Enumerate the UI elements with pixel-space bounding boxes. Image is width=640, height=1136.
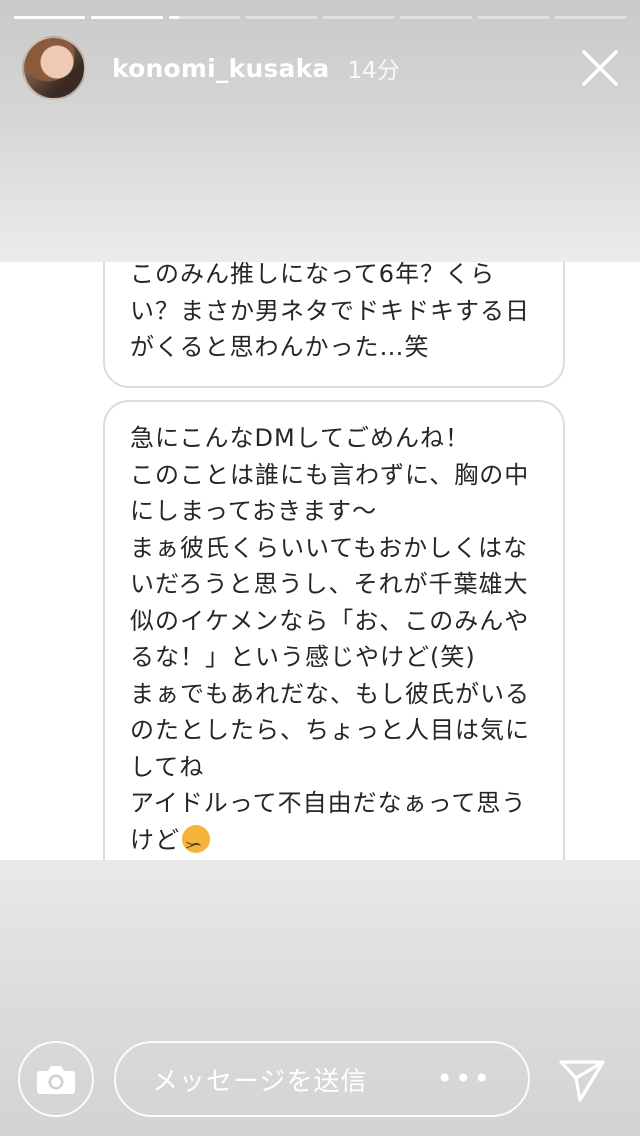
send-icon	[559, 1060, 605, 1102]
more-options-icon[interactable]: •••	[436, 1065, 492, 1093]
progress-segment	[323, 16, 395, 19]
message-text: このみん推しになって6年？くら い？まさか男ネタでドキドキする日 がくると思わん…	[130, 262, 550, 366]
message-line: い？まさか男ネタでドキドキする日	[130, 296, 530, 325]
progress-segment	[477, 16, 549, 19]
message-line: まぁでもあれだな、もし彼氏がいる	[130, 679, 530, 708]
message-line: いだろうと思うし、それが千葉雄大	[130, 570, 529, 598]
story-header: konomi_kusaka 14分	[22, 36, 622, 100]
username[interactable]: konomi_kusaka	[112, 54, 330, 83]
message-line: のたとしたら、ちょっと人目は気に	[130, 716, 530, 744]
avatar[interactable]	[22, 36, 86, 100]
progress-segment	[14, 16, 86, 19]
message-line-text: けど	[130, 825, 180, 854]
message-line: にしまっておきます〜	[130, 497, 378, 525]
message-input-placeholder: メッセージを送信	[152, 1066, 368, 1097]
message-line: がくると思わんかった…笑	[130, 333, 430, 361]
dm-screenshot: このみん推しになって6年？くら い？まさか男ネタでドキドキする日 がくると思わん…	[0, 262, 640, 860]
message-line: してね	[130, 752, 205, 781]
message-line: このみん推しになって6年？くら	[130, 262, 496, 288]
progress-segment	[554, 16, 626, 19]
message-input[interactable]: メッセージを送信 •••	[114, 1041, 530, 1117]
message-line: 急にこんなDMしてごめんね！	[130, 424, 470, 452]
confounded-face-emoji	[182, 824, 210, 860]
message-line: けど	[130, 822, 550, 860]
message-line: このことは誰にも言わずに、胸の中	[130, 460, 530, 489]
progress-segment	[168, 16, 240, 19]
message-text: 急にこんなDMしてごめんね！ このことは誰にも言わずに、胸の中 にしまっておきま…	[130, 420, 550, 860]
post-time: 14分	[347, 58, 400, 84]
camera-icon	[37, 1066, 75, 1094]
camera-button[interactable]	[18, 1041, 94, 1117]
message-line: 似のイケメンなら「お、このみんや	[130, 606, 530, 635]
message-line: まぁ彼氏くらいいてもおかしくはな	[130, 533, 529, 562]
progress-segment	[400, 16, 472, 19]
story-progress	[14, 16, 626, 20]
message-line: アイドルって不自由だなぁって思う	[130, 789, 527, 817]
close-icon	[582, 50, 618, 86]
progress-segment	[91, 16, 163, 19]
message-line: るな！」という感じやけど(笑)	[130, 643, 476, 671]
send-button[interactable]	[556, 1054, 608, 1106]
close-button[interactable]	[578, 46, 622, 90]
progress-segment	[245, 16, 317, 19]
